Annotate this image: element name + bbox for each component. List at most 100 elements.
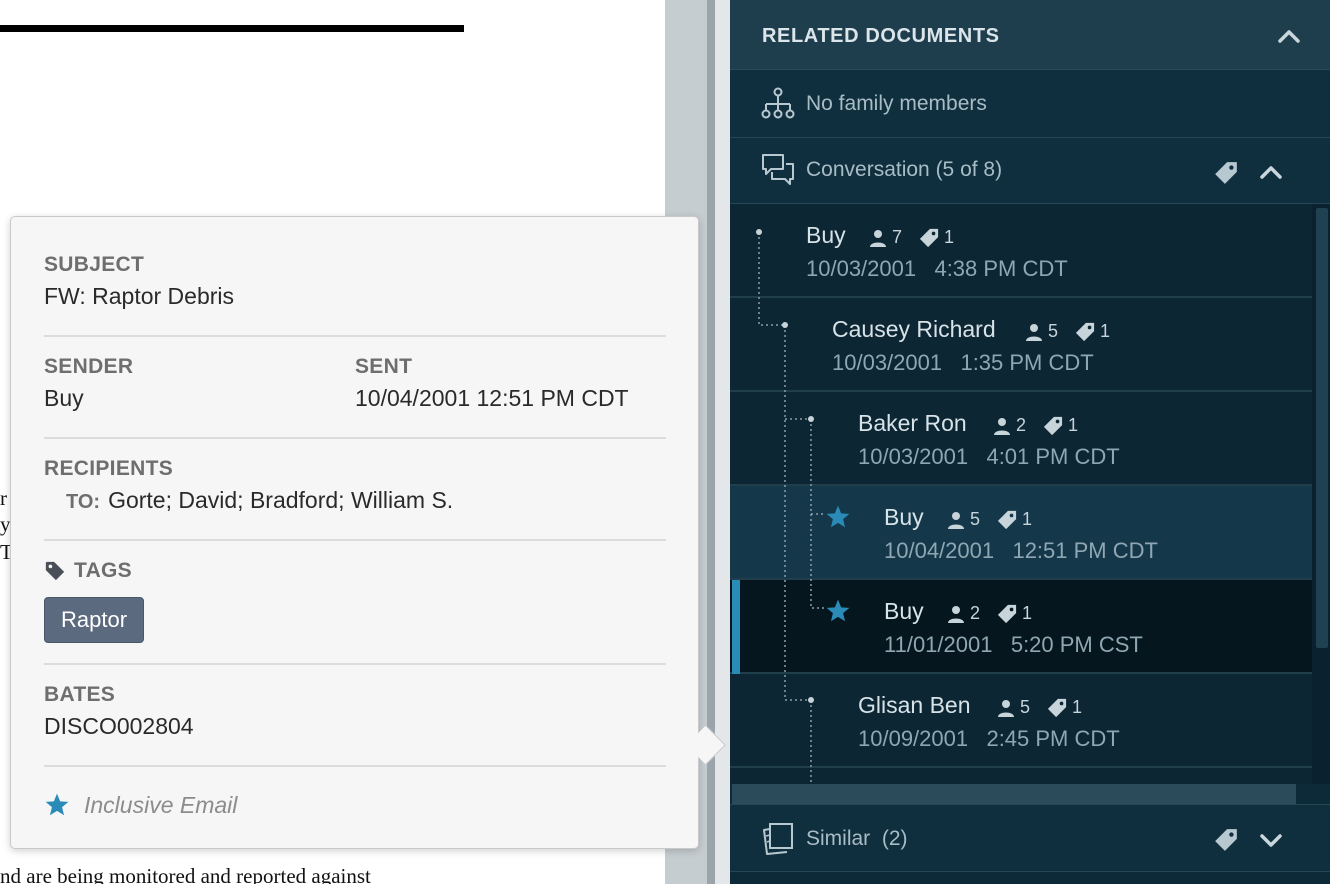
conversation-item-datetime: 10/03/2001 4:01 PM CDT <box>858 444 1120 469</box>
person-icon <box>998 699 1014 717</box>
chevron-up-icon[interactable] <box>1258 162 1284 182</box>
person-icon <box>1026 323 1042 341</box>
conversation-item-name: Causey Richard <box>832 316 996 342</box>
person-icon <box>948 605 964 623</box>
tags-label: TAGS <box>74 559 132 582</box>
document-body-text: nd are being monitored and reported agai… <box>0 864 371 884</box>
tag-count: 1 <box>1022 603 1033 623</box>
conversation-item[interactable]: Glisan Ben 5 1 10/09/2001 2:45 PM CDT <box>730 674 1312 768</box>
tag-count: 1 <box>944 227 955 247</box>
conversation-horizontal-scrollbar[interactable] <box>732 784 1296 804</box>
recipients-to-row: TO: Gorte; David; Bradford; William S. <box>44 487 666 514</box>
tag-chip-raptor[interactable]: Raptor <box>44 597 145 643</box>
person-icon <box>948 511 964 529</box>
sender-sent-section: SENDER Buy SENT 10/04/2001 12:51 PM CDT <box>44 355 666 439</box>
subject-value: FW: Raptor Debris <box>44 283 235 309</box>
conversation-item[interactable]: Buy 7 1 10/03/2001 4:38 PM CDT <box>730 204 1312 298</box>
conversation-item[interactable] <box>730 768 1312 784</box>
document-details-popover: SUBJECT FW: Raptor Debris SENDER Buy SEN… <box>10 216 726 849</box>
related-documents-panel: RELATED DOCUMENTS No family members Conv… <box>730 0 1330 884</box>
conversation-item-name: Buy <box>884 598 924 624</box>
sender-label: SENDER <box>44 355 134 378</box>
recipients-section: RECIPIENTS TO: Gorte; David; Bradford; Wi… <box>44 457 666 541</box>
tag-count: 1 <box>1072 697 1083 717</box>
conversation-item-datetime: 10/03/2001 1:35 PM CDT <box>832 350 1094 375</box>
people-count: 2 <box>1016 415 1027 435</box>
conversation-item-datetime: 10/03/2001 4:38 PM CDT <box>806 256 1068 281</box>
star-icon <box>826 505 850 528</box>
people-count: 2 <box>970 603 981 623</box>
scrollbar-thumb[interactable] <box>1316 208 1328 648</box>
tag-count: 1 <box>1100 321 1111 341</box>
similar-row[interactable]: Similar (2) <box>730 804 1330 872</box>
tag-count: 1 <box>1068 415 1079 435</box>
conversation-item-selected[interactable]: Buy 2 1 11/01/2001 5:20 PM CST <box>730 580 1312 674</box>
document-horizontal-rule <box>0 25 464 32</box>
conversation-item-datetime: 11/01/2001 5:20 PM CST <box>884 632 1143 657</box>
subject-label: SUBJECT <box>44 253 145 276</box>
tag-icon <box>919 228 939 247</box>
bates-value: DISCO002804 <box>44 713 194 739</box>
family-members-row[interactable]: No family members <box>730 70 1330 138</box>
person-icon <box>870 229 886 247</box>
conversation-item[interactable]: Causey Richard 5 1 10/03/2001 1:35 PM CD… <box>730 298 1312 392</box>
conversation-item-meta: 2 1 <box>992 415 1078 436</box>
conversation-item-name: Buy <box>806 222 846 248</box>
tags-section: TAGS Raptor <box>44 559 666 665</box>
family-members-text: No family members <box>806 92 987 115</box>
tag-icon <box>45 561 65 581</box>
tag-icon[interactable] <box>1212 827 1240 853</box>
conversation-row[interactable]: Conversation (5 of 8) <box>730 138 1330 204</box>
conversation-icon <box>762 154 794 185</box>
sent-value: 10/04/2001 12:51 PM CDT <box>355 385 629 411</box>
conversation-item-datetime: 10/09/2001 2:45 PM CDT <box>858 726 1120 751</box>
tag-icon <box>1075 322 1095 341</box>
conversation-item-meta: 5 1 <box>946 509 1032 530</box>
conversation-item-name: Glisan Ben <box>858 692 971 718</box>
conversation-item-meta: 5 1 <box>1024 321 1110 342</box>
person-icon <box>994 417 1010 435</box>
conversation-item-meta: 2 1 <box>946 603 1032 624</box>
recipients-to-label: TO: <box>66 491 101 513</box>
sender-value: Buy <box>44 385 84 411</box>
star-icon <box>45 793 69 816</box>
conversation-item-datetime: 10/04/2001 12:51 PM CDT <box>884 538 1158 563</box>
tag-count: 1 <box>1022 509 1033 529</box>
subject-section: SUBJECT FW: Raptor Debris <box>44 253 666 337</box>
similar-count: (2) <box>881 827 908 850</box>
conversation-list: Buy 7 1 10/03/2001 4:38 PM CDT Causey Ri… <box>730 204 1312 784</box>
recipients-to-value: Gorte; David; Bradford; William S. <box>108 487 454 513</box>
people-count: 5 <box>970 509 981 529</box>
tag-icon <box>997 604 1017 623</box>
conversation-text: Conversation (5 of 8) <box>806 158 1003 181</box>
document-text-fragment: y <box>0 512 11 536</box>
tags-header: TAGS <box>44 559 666 583</box>
bates-label: BATES <box>44 683 116 706</box>
people-count: 5 <box>1020 697 1031 717</box>
conversation-item-current[interactable]: Buy 5 1 10/04/2001 12:51 PM CDT <box>730 486 1312 580</box>
conversation-item-meta: 7 1 <box>868 227 954 248</box>
tag-icon[interactable] <box>1212 160 1240 186</box>
tag-icon <box>1047 698 1067 717</box>
inclusive-email-section: Inclusive Email <box>44 785 666 825</box>
people-count: 7 <box>892 227 903 247</box>
people-count: 5 <box>1048 321 1059 341</box>
related-documents-header[interactable]: RELATED DOCUMENTS <box>730 0 1330 70</box>
similar-documents-icon <box>763 823 793 855</box>
inclusive-email-label: Inclusive Email <box>84 791 238 818</box>
similar-text: Similar (2) <box>806 827 908 851</box>
document-text-fragment: r <box>0 486 7 510</box>
star-icon <box>826 599 850 622</box>
conversation-item-meta: 5 1 <box>996 697 1082 718</box>
hierarchy-icon <box>761 87 795 119</box>
tag-icon <box>1043 416 1063 435</box>
conversation-item[interactable]: Baker Ron 2 1 10/03/2001 4:01 PM CDT <box>730 392 1312 486</box>
bates-section: BATES DISCO002804 <box>44 683 666 767</box>
sent-label: SENT <box>355 355 413 378</box>
conversation-item-name: Buy <box>884 504 924 530</box>
similar-label: Similar <box>806 827 871 850</box>
conversation-scrollbar[interactable] <box>1312 204 1330 784</box>
chevron-up-icon[interactable] <box>1276 24 1302 48</box>
chevron-down-icon[interactable] <box>1258 831 1284 851</box>
recipients-label: RECIPIENTS <box>44 457 174 480</box>
